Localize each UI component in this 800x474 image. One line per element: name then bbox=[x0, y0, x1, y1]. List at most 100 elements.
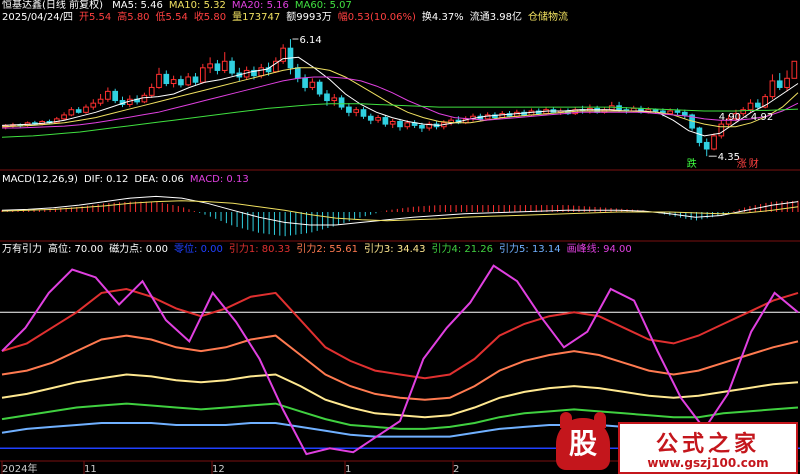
ma-legend-3: MA60: 5.07 bbox=[294, 0, 352, 11]
candle-body bbox=[90, 102, 97, 108]
x-axis-label: 11 bbox=[84, 464, 97, 474]
gravity-legend-8: 引力5: 13.14 bbox=[499, 244, 561, 255]
candle-body bbox=[324, 93, 330, 102]
candle-body bbox=[718, 123, 725, 137]
candle-body bbox=[141, 94, 148, 103]
quote-field-2: 高5.80 bbox=[117, 12, 150, 23]
macd-legend-2: DEA: 0.06 bbox=[134, 174, 184, 185]
gravity-legend-2: 磁力点: 0.00 bbox=[109, 244, 169, 255]
watermark-title: 公式之家 bbox=[655, 432, 760, 457]
macd-legend-3: MACD: 0.13 bbox=[189, 174, 249, 185]
candle-body bbox=[681, 111, 688, 116]
gravity-legend-0: 万有引力 bbox=[2, 244, 42, 255]
ma-line-ma10 bbox=[1, 67, 799, 128]
quote-field-9: 流通3.98亿 bbox=[469, 12, 522, 23]
ma-legend-2: MA20: 5.16 bbox=[231, 0, 289, 11]
ma-legend-0: MA5: 5.46 bbox=[112, 0, 163, 11]
stock-chart-window: 6.14 4.35 4.90 - 4.92 跌涨财 2024年 11 12 1 2 恒基达鑫(日… bbox=[0, 0, 800, 474]
candle-body bbox=[360, 109, 367, 117]
watermark-badge: 股 bbox=[556, 418, 610, 470]
candle-body bbox=[163, 73, 170, 85]
watermark-logo: 股 公式之家 www.gszj100.com bbox=[556, 412, 800, 474]
candle-body bbox=[353, 109, 360, 113]
candle-body bbox=[769, 80, 776, 98]
candle-body bbox=[316, 81, 323, 95]
stock-name: 恒基达鑫(日线 前复权) bbox=[2, 0, 103, 11]
candle-body bbox=[309, 81, 316, 88]
candle-body bbox=[747, 102, 754, 111]
watermark-url: www.gszj100.com bbox=[647, 456, 769, 470]
gravity-legend-9: 画峰线: 94.00 bbox=[566, 244, 632, 255]
gravity-legend-5: 引力2: 55.61 bbox=[296, 244, 358, 255]
signal-zhang: 涨 bbox=[737, 158, 747, 170]
candle-body bbox=[68, 109, 75, 116]
candle-body bbox=[214, 63, 221, 71]
candle-body bbox=[652, 109, 659, 112]
candle-body bbox=[185, 76, 192, 86]
candle-body bbox=[148, 86, 155, 96]
candle-body bbox=[97, 98, 104, 104]
candle-body bbox=[754, 102, 761, 108]
gravity-legend-4: 引力1: 80.33 bbox=[228, 244, 291, 255]
candle-body bbox=[784, 77, 790, 88]
signal-cai: 财 bbox=[749, 157, 759, 170]
gravity-line-2 bbox=[1, 334, 799, 401]
candle-body bbox=[367, 115, 374, 121]
candle-body bbox=[419, 124, 425, 129]
quote-field-10: 仓储物流 bbox=[527, 12, 568, 23]
quote-field-6: 额9993万 bbox=[286, 12, 332, 23]
candle-body bbox=[703, 141, 710, 150]
candle-body bbox=[397, 120, 403, 128]
candle-body bbox=[207, 63, 213, 69]
candle-body bbox=[192, 76, 199, 83]
quote-field-8: 换4.37% bbox=[421, 12, 464, 23]
quote-field-0: 2025/04/24/四 bbox=[2, 12, 74, 23]
panel3-title-row: 万有引力 高位: 70.00 磁力点: 0.00 零位: 0.00 引力1: 80.33… bbox=[2, 244, 644, 256]
candle-body bbox=[338, 97, 345, 108]
candle-body bbox=[382, 117, 389, 125]
quote-field-3: 低5.54 bbox=[155, 12, 188, 23]
candle-body bbox=[258, 67, 265, 77]
candle-body bbox=[83, 106, 89, 113]
dea-line bbox=[1, 200, 799, 222]
macd-legend-1: DIF: 0.12 bbox=[83, 174, 129, 185]
candle-body bbox=[711, 135, 717, 150]
candle-body bbox=[61, 114, 67, 120]
candle-body bbox=[170, 79, 177, 85]
candle-body bbox=[105, 90, 111, 100]
x-axis-label: 2 bbox=[453, 464, 459, 474]
candle-body bbox=[346, 106, 352, 113]
candle-body bbox=[791, 60, 798, 79]
chart-canvas[interactable]: 6.144.354.90 - 4.92跌涨财2024年 11 12 1 2 bbox=[0, 0, 800, 474]
gravity-line-3 bbox=[1, 373, 799, 419]
quote-field-7: 幅0.53(10.06%) bbox=[337, 12, 416, 23]
gravity-legend-3: 零位: 0.00 bbox=[174, 244, 223, 255]
candle-body bbox=[375, 117, 381, 121]
quote-field-4: 收5.80 bbox=[193, 12, 227, 23]
gravity-legend-1: 高位: 70.00 bbox=[48, 244, 104, 255]
gravity-legend-6: 引力3: 34.43 bbox=[363, 244, 426, 255]
candle-body bbox=[112, 90, 119, 102]
candle-body bbox=[75, 109, 82, 113]
quote-field-5: 量173747 bbox=[232, 12, 281, 23]
candle-body bbox=[674, 110, 681, 113]
candle-body bbox=[608, 105, 615, 111]
candle-body bbox=[389, 120, 396, 125]
candle-body bbox=[178, 79, 184, 86]
panel1-info-row: 2025/04/24/四 开5.54 高5.80 低5.54 收5.80 量173747 额… bbox=[2, 12, 580, 24]
high-price-label: 6.14 bbox=[299, 35, 321, 46]
macd-legend-0: MACD(12,26,9) bbox=[2, 174, 78, 185]
candle-body bbox=[331, 97, 338, 102]
candle-body bbox=[594, 107, 601, 113]
candle-body bbox=[294, 67, 301, 79]
candle-body bbox=[776, 80, 783, 88]
panel2-title-row: MACD(12,26,9) DIF: 0.12 DEA: 0.06 MACD: 0.1… bbox=[2, 174, 261, 186]
range-label: 4.90 - 4.92 bbox=[719, 112, 774, 123]
x-axis-label: 2024年 bbox=[2, 462, 37, 474]
gravity-legend-7: 引力4: 21.26 bbox=[431, 244, 494, 255]
x-axis-label: 1 bbox=[345, 464, 351, 474]
quote-field-1: 开5.54 bbox=[79, 12, 112, 23]
candle-body bbox=[199, 67, 206, 83]
ma-legend-1: MA10: 5.32 bbox=[168, 0, 226, 11]
candle-body bbox=[302, 77, 308, 88]
